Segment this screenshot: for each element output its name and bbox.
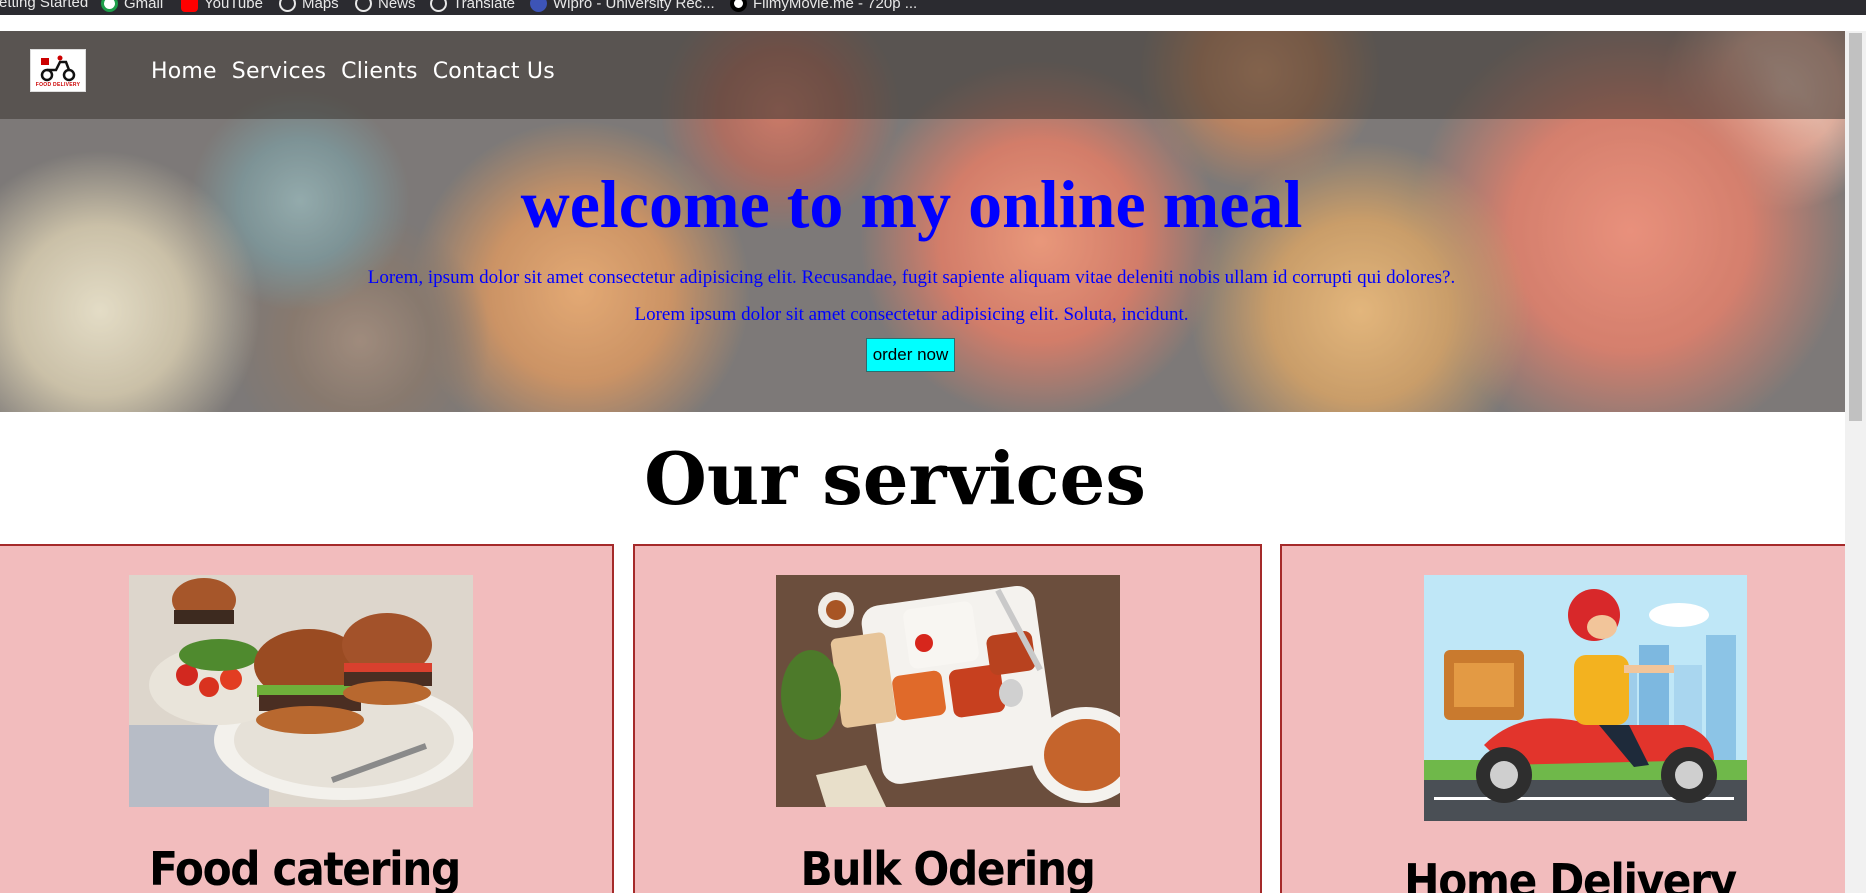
bookmark-label: News [378, 0, 416, 12]
bookmark-label: FilmyMovie.me - 720p ... [753, 0, 918, 12]
bookmark-label: Wipro - University Rec... [553, 0, 715, 12]
page-scrollbar[interactable] [1845, 31, 1866, 893]
globe-icon [279, 0, 296, 12]
service-card-title: Bulk Odering [800, 842, 1096, 893]
bookmark-youtube[interactable]: YouTube [181, 0, 263, 12]
globe-icon [355, 0, 372, 12]
nav-contact-us[interactable]: Contact Us [433, 58, 555, 86]
bookmark-gmail[interactable]: Gmail [101, 0, 163, 12]
nav-home[interactable]: Home [151, 58, 217, 86]
bookmarks-bar: etting Started Gmail YouTube Maps News T… [0, 0, 1866, 15]
hero-section: FOOD DELIVERY Home Services Clients Cont… [0, 31, 1845, 412]
bookmark-label: Translate [453, 0, 515, 12]
scooter-logo-icon [40, 55, 76, 81]
service-card-title: Home Delivery [1404, 854, 1737, 893]
main-nav: Home Services Clients Contact Us [151, 58, 555, 86]
bookmark-getting-started[interactable]: etting Started [0, 0, 88, 10]
globe-icon [430, 0, 447, 12]
bookmark-label: YouTube [204, 0, 263, 12]
hero-description-1: Lorem, ipsum dolor sit amet consectetur … [367, 267, 1456, 288]
service-card-food-catering: Food catering [0, 544, 614, 893]
bookmark-news[interactable]: News [355, 0, 416, 12]
bookmark-translate[interactable]: Translate [430, 0, 515, 12]
youtube-icon [181, 0, 198, 12]
scooter-delivery-image [1424, 575, 1747, 821]
order-now-button[interactable]: order now [866, 338, 955, 372]
gmail-icon [101, 0, 118, 12]
logo-text: FOOD DELIVERY [35, 81, 81, 88]
filmy-icon [730, 0, 747, 12]
site-logo[interactable]: FOOD DELIVERY [30, 49, 86, 92]
bookmark-label: Gmail [124, 0, 164, 12]
bookmark-maps[interactable]: Maps [279, 0, 339, 12]
bookmark-filmymovie[interactable]: FilmyMovie.me - 720p ... [730, 0, 917, 12]
services-heading: Our services [644, 436, 1146, 521]
service-card-bulk-ordering: Bulk Odering [633, 544, 1262, 893]
wipro-icon [530, 0, 547, 12]
bookmark-label: etting Started [0, 0, 89, 11]
bookmark-label: Maps [302, 0, 339, 12]
hero-description-2: Lorem ipsum dolor sit amet consectetur a… [634, 304, 1189, 325]
scrollbar-thumb[interactable] [1849, 33, 1862, 421]
nav-services[interactable]: Services [232, 58, 326, 86]
bookmark-wipro[interactable]: Wipro - University Rec... [530, 0, 715, 12]
service-card-home-delivery: Home Delivery [1280, 544, 1860, 893]
service-card-title: Food catering [149, 842, 461, 893]
burger-plate-image [129, 575, 473, 807]
thali-meal-image [776, 575, 1120, 807]
nav-clients[interactable]: Clients [341, 58, 418, 86]
hero-title: welcome to my online meal [520, 166, 1303, 242]
